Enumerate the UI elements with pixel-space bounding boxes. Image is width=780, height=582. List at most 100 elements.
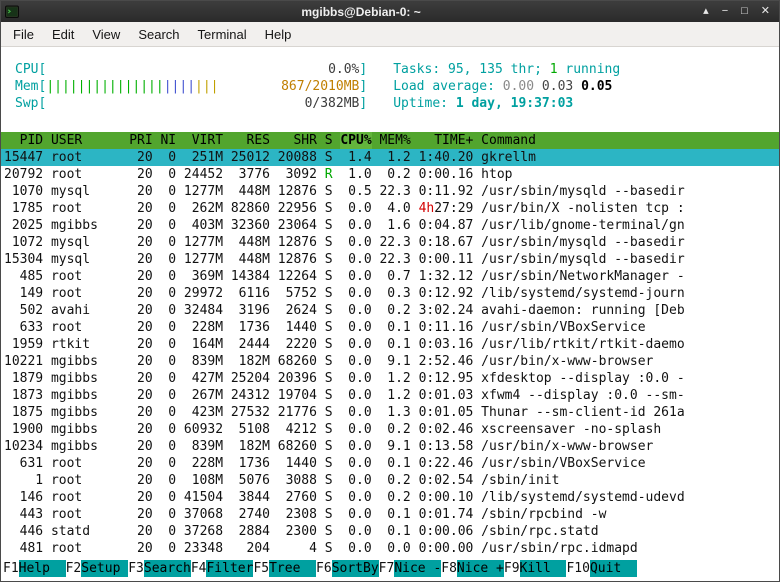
- close-button[interactable]: ✕: [761, 1, 770, 22]
- cell-shr: 2308: [278, 506, 317, 523]
- process-row[interactable]: 502avahi2003248431962624S0.00.23:02.24av…: [1, 302, 779, 319]
- cell-ni: 0: [160, 268, 176, 285]
- column-header-time[interactable]: TIME+: [419, 132, 474, 149]
- cell-user: mysql: [51, 251, 121, 268]
- fkey-f4[interactable]: F4Filter: [191, 560, 254, 577]
- process-row[interactable]: 1873mgibbs200267M2431219704S0.01.20:01.0…: [1, 387, 779, 404]
- cell-s: S: [325, 404, 333, 421]
- process-row[interactable]: 146root2004150438442760S0.00.20:00.10/li…: [1, 489, 779, 506]
- menu-item-view[interactable]: View: [83, 24, 129, 45]
- menu-item-search[interactable]: Search: [129, 24, 188, 45]
- process-row[interactable]: 481root200233482044S0.00.00:00.00/usr/sb…: [1, 540, 779, 557]
- fkey-f10[interactable]: F10Quit: [566, 560, 636, 577]
- column-header-shr[interactable]: SHR: [278, 132, 317, 149]
- mem-meter-label: Mem: [15, 79, 38, 94]
- cell-ni: 0: [160, 472, 176, 489]
- fkey-action: Search: [144, 560, 191, 577]
- column-header-mem[interactable]: MEM%: [379, 132, 410, 149]
- fkey-action: Nice -: [394, 560, 441, 577]
- process-row[interactable]: 15447root200251M2501220088S1.41.21:40.20…: [1, 149, 779, 166]
- cell-command: xfdesktop --display :0.0 -: [481, 370, 779, 387]
- process-row[interactable]: 15304mysql2001277M448M12876S0.022.30:00.…: [1, 251, 779, 268]
- process-row[interactable]: 631root200228M17361440S0.00.10:22.46/usr…: [1, 455, 779, 472]
- cell-shr: 20088: [278, 149, 317, 166]
- process-row[interactable]: 1875mgibbs200423M2753221776S0.01.30:01.0…: [1, 404, 779, 421]
- menu-item-file[interactable]: File: [4, 24, 43, 45]
- column-header-pri[interactable]: PRI: [129, 132, 152, 149]
- cell-s: S: [325, 217, 333, 234]
- cell-shr: 3092: [278, 166, 317, 183]
- cell-mem: 0.1: [379, 455, 410, 472]
- process-row[interactable]: 443root2003706827402308S0.00.10:01.74/sb…: [1, 506, 779, 523]
- menu-item-terminal[interactable]: Terminal: [189, 24, 256, 45]
- process-row[interactable]: 2025mgibbs200403M3236023064S0.01.60:04.8…: [1, 217, 779, 234]
- fkey-f9[interactable]: F9Kill: [504, 560, 567, 577]
- cell-virt: 228M: [184, 455, 223, 472]
- column-header-res[interactable]: RES: [231, 132, 270, 149]
- title-bar[interactable]: mgibbs@Debian-0: ~ ▴−□✕: [1, 1, 779, 22]
- cell-mem: 9.1: [379, 353, 410, 370]
- shade-button[interactable]: ▴: [703, 1, 709, 22]
- process-row[interactable]: 1072mysql2001277M448M12876S0.022.30:18.6…: [1, 234, 779, 251]
- cell-res: 32360: [231, 217, 270, 234]
- cell-mem: 0.0: [379, 540, 410, 557]
- cell-cpu: 0.0: [340, 319, 371, 336]
- process-row[interactable]: 1785root200262M8286022956S0.04.04h27:29/…: [1, 200, 779, 217]
- cell-cpu: 0.0: [340, 506, 371, 523]
- cell-pid: 502: [4, 302, 43, 319]
- cell-pri: 20: [129, 404, 152, 421]
- process-row[interactable]: 1root200108M50763088S0.00.20:02.54/sbin/…: [1, 472, 779, 489]
- fkey-f6[interactable]: F6SortBy: [316, 560, 379, 577]
- bracket-close-icon: ]: [359, 79, 367, 94]
- menu-item-edit[interactable]: Edit: [43, 24, 83, 45]
- process-row[interactable]: 149root2002997261165752S0.00.30:12.92/li…: [1, 285, 779, 302]
- process-row[interactable]: 1070mysql2001277M448M12876S0.522.30:11.9…: [1, 183, 779, 200]
- column-header-pid[interactable]: PID: [4, 132, 43, 149]
- menu-item-help[interactable]: Help: [256, 24, 301, 45]
- column-header-virt[interactable]: VIRT: [184, 132, 223, 149]
- process-row[interactable]: 1959rtkit200164M24442220S0.00.10:03.16/u…: [1, 336, 779, 353]
- cell-ni: 0: [160, 336, 176, 353]
- terminal-icon: [5, 5, 19, 19]
- cell-command: avahi-daemon: running [Deb: [481, 302, 779, 319]
- cell-virt: 1277M: [184, 183, 223, 200]
- process-row[interactable]: 20792root2002445237763092R1.00.20:00.16h…: [1, 166, 779, 183]
- column-header-user[interactable]: USER: [51, 132, 121, 149]
- cell-pri: 20: [129, 370, 152, 387]
- cpu-meter: CPU[0.0%]: [15, 61, 367, 78]
- column-header-cmd[interactable]: Command: [481, 132, 779, 149]
- cell-s: S: [325, 336, 333, 353]
- minimize-button[interactable]: −: [722, 1, 728, 22]
- cell-pid: 443: [4, 506, 43, 523]
- cell-command: /usr/sbin/VBoxService: [481, 319, 779, 336]
- cell-shr: 12876: [278, 234, 317, 251]
- fkey-f8[interactable]: F8Nice +: [441, 560, 504, 577]
- column-header-ni[interactable]: NI: [160, 132, 176, 149]
- cell-shr: 12264: [278, 268, 317, 285]
- fkey-f2[interactable]: F2Setup: [66, 560, 129, 577]
- htop-header-area: CPU[0.0%] Mem[||||||||||||||||||||||867/…: [1, 47, 779, 112]
- column-header-s[interactable]: S: [325, 132, 333, 149]
- cell-pri: 20: [129, 523, 152, 540]
- cell-res: 182M: [231, 353, 270, 370]
- process-row[interactable]: 10234mgibbs200839M182M68260S0.09.10:13.5…: [1, 438, 779, 455]
- cell-ni: 0: [160, 421, 176, 438]
- column-header-cpu[interactable]: CPU%: [340, 132, 371, 149]
- process-row[interactable]: 10221mgibbs200839M182M68260S0.09.12:52.4…: [1, 353, 779, 370]
- process-row[interactable]: 446statd2003726828842300S0.00.10:00.06/s…: [1, 523, 779, 540]
- fkey-f7[interactable]: F7Nice -: [379, 560, 442, 577]
- cell-s: S: [325, 268, 333, 285]
- cell-ni: 0: [160, 404, 176, 421]
- cell-shr: 1440: [278, 455, 317, 472]
- cell-user: root: [51, 506, 121, 523]
- process-row[interactable]: 485root200369M1438412264S0.00.71:32.12/u…: [1, 268, 779, 285]
- cell-user: root: [51, 149, 121, 166]
- fkey-f1[interactable]: F1Help: [3, 560, 66, 577]
- maximize-button[interactable]: □: [741, 1, 748, 22]
- process-row[interactable]: 1879mgibbs200427M2520420396S0.01.20:12.9…: [1, 370, 779, 387]
- fkey-f3[interactable]: F3Search: [128, 560, 191, 577]
- process-row[interactable]: 633root200228M17361440S0.00.10:11.16/usr…: [1, 319, 779, 336]
- cell-pri: 20: [129, 438, 152, 455]
- fkey-f5[interactable]: F5Tree: [253, 560, 316, 577]
- process-row[interactable]: 1900mgibbs2006093251084212S0.00.20:02.46…: [1, 421, 779, 438]
